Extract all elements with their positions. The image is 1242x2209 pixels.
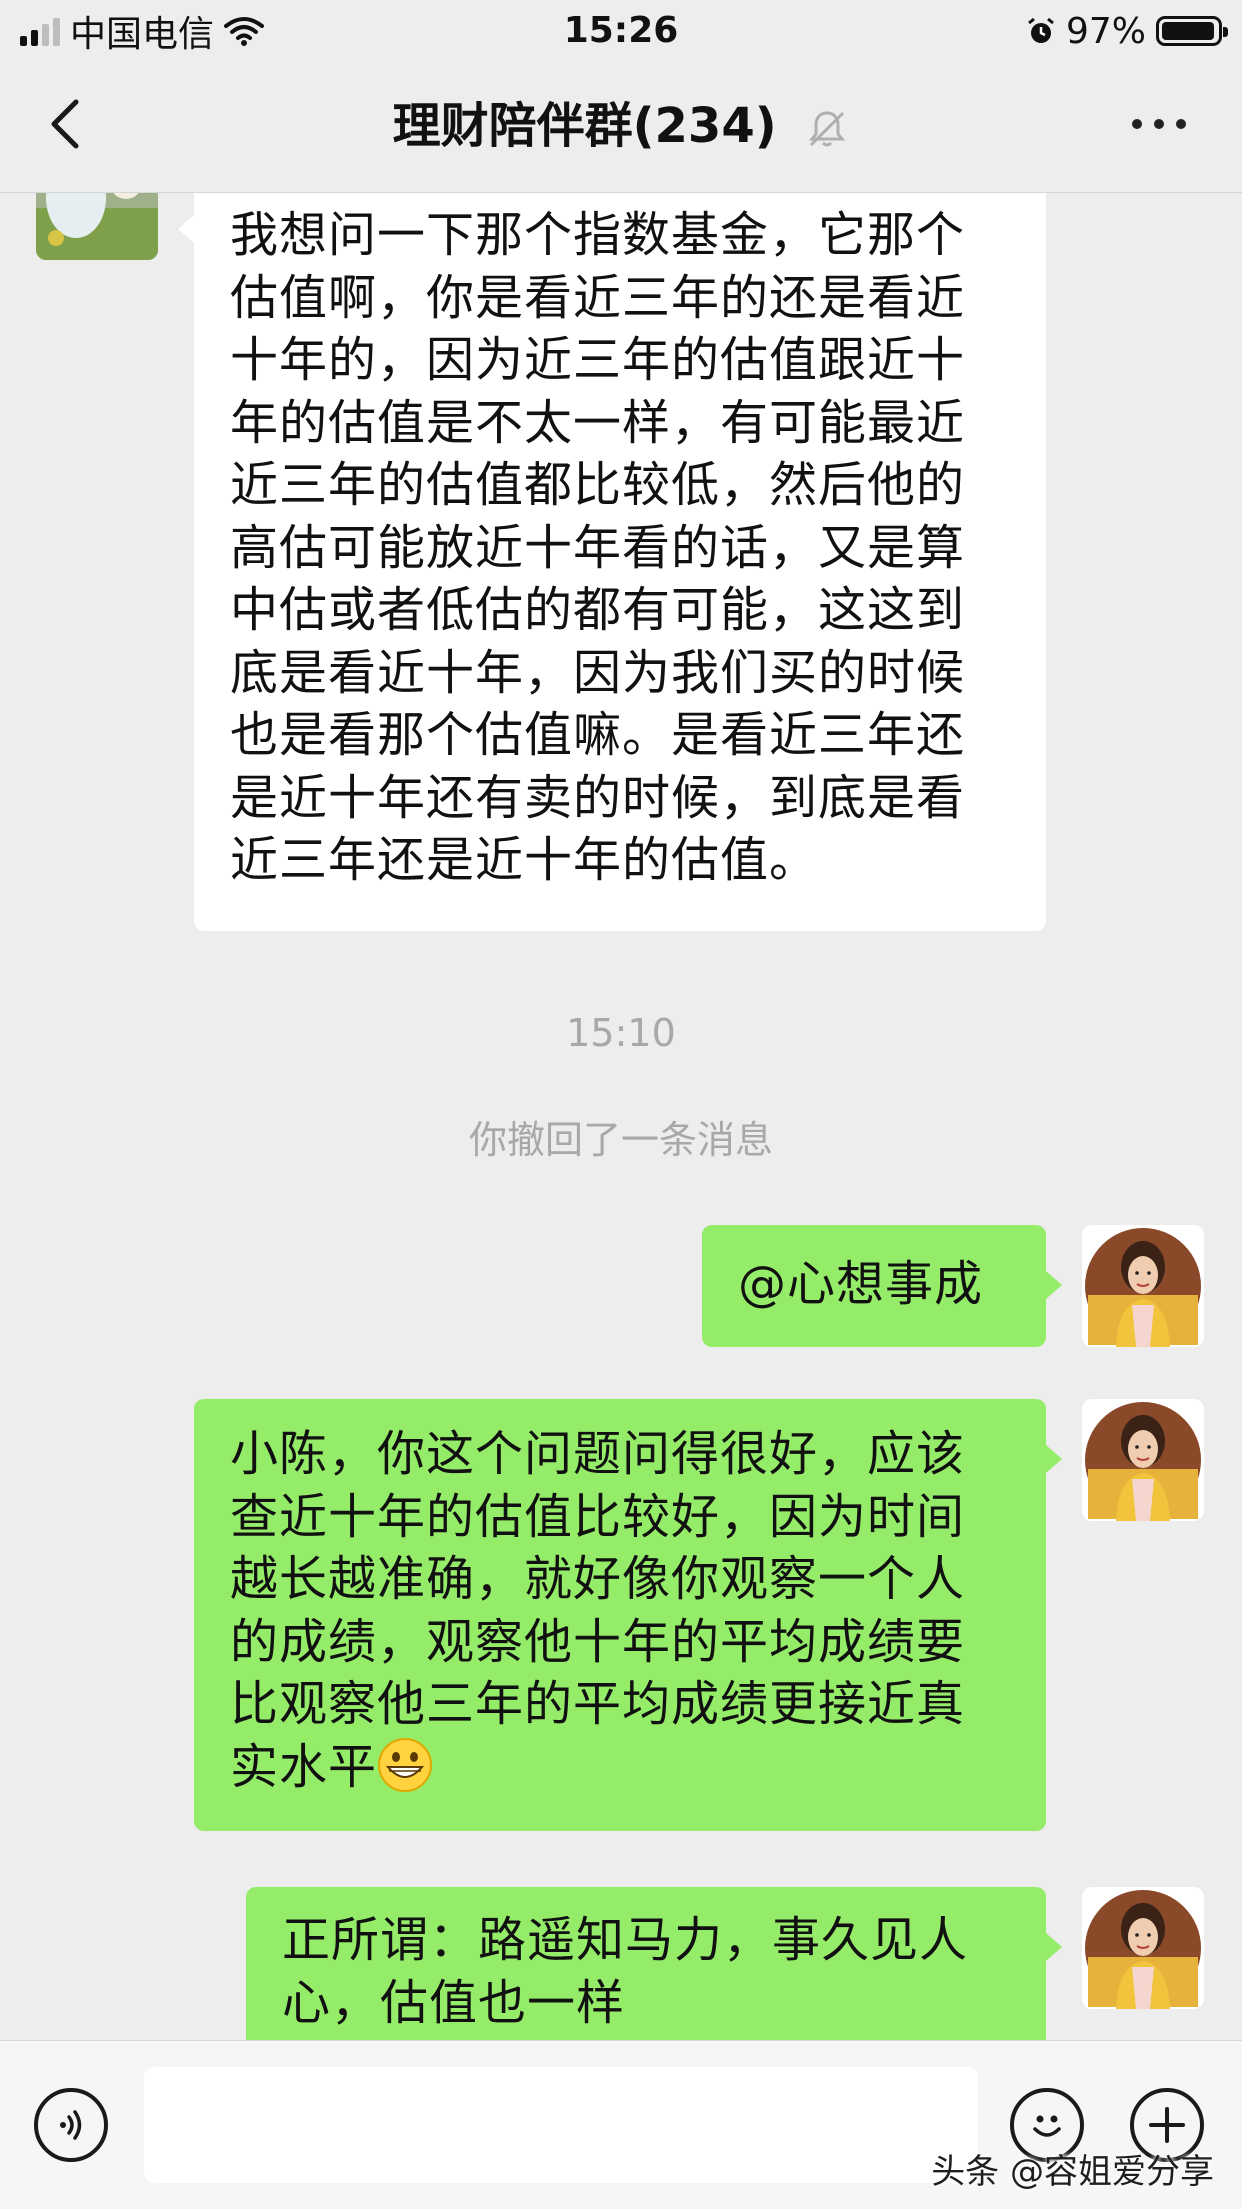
bell-off-icon xyxy=(809,111,846,147)
my-avatar[interactable] xyxy=(1082,1399,1204,1521)
recall-notice: 你撤回了一条消息 xyxy=(468,1118,773,1162)
battery-icon xyxy=(1156,16,1228,46)
outgoing-message-bubble[interactable]: 正所谓：路遥知马力，事久见人心，估值也一样 xyxy=(246,1887,1046,2041)
status-right: 97% xyxy=(1026,6,1228,56)
outgoing-message-text: 正所谓：路遥知马力，事久见人心，估值也一样 xyxy=(282,1912,969,2031)
alarm-icon xyxy=(1028,17,1054,43)
watermark-text: 头条 @容姐爱分享 xyxy=(931,2152,1214,2192)
outgoing-message-bubble[interactable]: @心想事成 xyxy=(702,1225,1046,1347)
message-timestamp: 15:10 xyxy=(566,1011,676,1055)
more-options-button[interactable] xyxy=(1132,112,1192,136)
message-input[interactable] xyxy=(144,2067,978,2183)
message-list[interactable]: 我想问一下那个指数基金，它那个估值啊，你是看近三年的还是看近十年的，因为近三年的… xyxy=(0,193,1242,2041)
grinning-face-icon xyxy=(378,1737,433,1792)
outgoing-message-text: @心想事成 xyxy=(738,1256,984,1312)
my-avatar[interactable] xyxy=(1082,1225,1204,1347)
sender-avatar[interactable] xyxy=(36,193,158,260)
incoming-message-bubble[interactable]: 我想问一下那个指数基金，它那个估值啊，你是看近三年的还是看近十年的，因为近三年的… xyxy=(194,193,1046,931)
incoming-message-text: 我想问一下那个指数基金，它那个估值啊，你是看近三年的还是看近十年的，因为近三年的… xyxy=(230,207,966,888)
voice-button[interactable] xyxy=(34,2088,108,2162)
emoji-icon xyxy=(1033,2115,1061,2137)
status-bar: 中国电信 15:26 97% xyxy=(0,0,1242,64)
more-dots-icon xyxy=(1132,119,1142,129)
battery-fill xyxy=(1162,22,1214,40)
voice-icon xyxy=(60,2110,82,2140)
input-bar: 头条 @容姐爱分享 xyxy=(0,2040,1242,2209)
chat-title: 理财陪伴群(234) xyxy=(392,98,777,154)
my-avatar[interactable] xyxy=(1082,1887,1204,2009)
outgoing-message-bubble[interactable]: 小陈，你这个问题问得很好，应该查近十年的估值比较好，因为时间越长越准确，就好像你… xyxy=(194,1399,1046,1831)
chat-header: 理财陪伴群(234) xyxy=(0,64,1242,193)
battery-percent: 97% xyxy=(1065,10,1146,52)
plus-icon xyxy=(1149,2107,1185,2143)
chat-title-wrap[interactable]: 理财陪伴群(234) xyxy=(0,94,1242,158)
outgoing-message-text: 小陈，你这个问题问得很好，应该查近十年的估值比较好，因为时间越长越准确，就好像你… xyxy=(230,1426,966,1795)
